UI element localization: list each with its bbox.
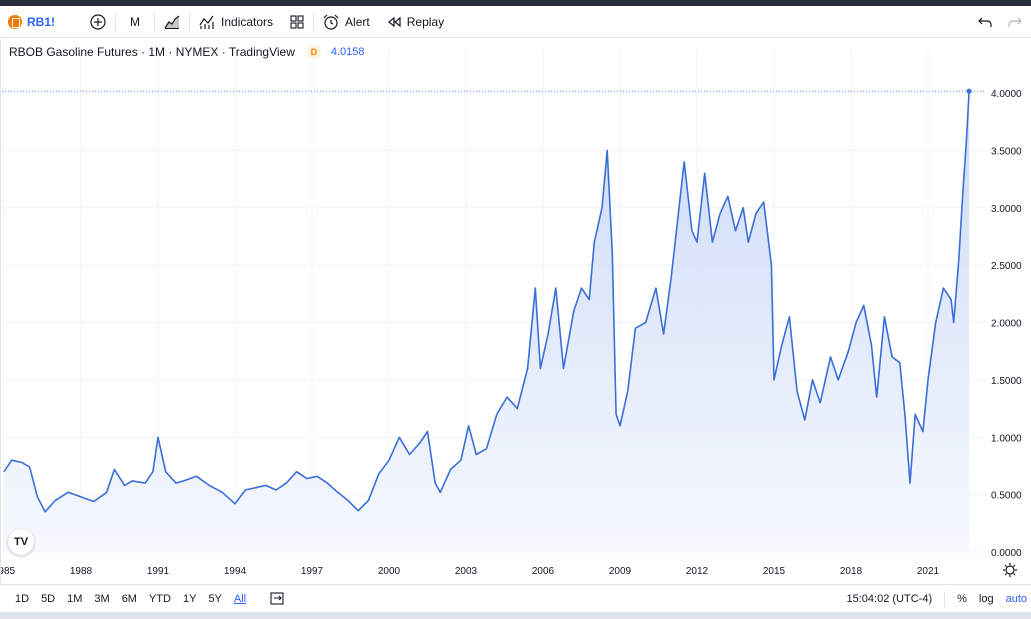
legend-last-value: 4.0158	[330, 46, 365, 58]
time-tick-label: 2000	[378, 566, 401, 577]
time-tick-label: 1988	[70, 566, 93, 577]
undo-redo-group	[977, 6, 1023, 38]
auto-scale-toggle[interactable]: auto	[1006, 593, 1027, 605]
clock-readout[interactable]: 15:04:02 (UTC-4)	[847, 593, 933, 605]
range-button-5d[interactable]: 5D	[35, 593, 61, 605]
go-to-date-icon	[270, 591, 284, 605]
symbol-label: RB1!	[27, 14, 56, 29]
price-area-fill	[4, 91, 970, 552]
price-tick-label: 1.0000	[991, 433, 1022, 444]
percent-scale-toggle[interactable]: %	[957, 593, 967, 605]
price-tick-label: 0.5000	[991, 491, 1022, 502]
range-button-all[interactable]: All	[228, 593, 252, 605]
price-tick-label: 4.0000	[991, 89, 1022, 100]
data-delay-badge[interactable]: D	[306, 45, 321, 59]
symbol-selector[interactable]: RB1!	[0, 6, 63, 38]
interval-label: M	[130, 14, 141, 29]
go-to-date-button[interactable]	[270, 591, 286, 606]
compare-button[interactable]	[63, 6, 115, 38]
price-tick-label: 2.0000	[991, 319, 1022, 330]
indicators-label: Indicators	[221, 14, 274, 29]
time-axis[interactable]: 1985 1988 1991 1994 1997 2000 2003 2006 2009 2012…	[1, 566, 940, 577]
date-range-group: 1D 5D 1M 3M 6M YTD 1Y 5Y All	[0, 591, 286, 606]
bottom-right-group: 15:04:02 (UTC-4) % log auto	[847, 585, 1027, 613]
chart-legend: RBOB Gasoline Futures · 1M · NYMEX · Tra…	[9, 45, 365, 59]
alert-button[interactable]: Alert	[314, 6, 378, 38]
symbol-icon	[8, 14, 22, 29]
time-tick-label: 1997	[301, 566, 324, 577]
price-tick-label: 0.0000	[991, 548, 1022, 559]
layouts-button[interactable]	[281, 6, 313, 38]
bottombar-divider	[944, 591, 946, 607]
plus-circle-icon	[90, 13, 106, 30]
alert-label: Alert	[345, 14, 370, 29]
price-tick-label: 1.5000	[991, 376, 1022, 387]
time-tick-label: 1985	[1, 566, 16, 577]
tradingview-logo[interactable]: TV	[8, 529, 34, 555]
range-button-3m[interactable]: 3M	[88, 593, 115, 605]
price-tick-label: 3.0000	[991, 204, 1022, 215]
time-tick-label: 2009	[609, 566, 632, 577]
replay-icon	[387, 16, 401, 27]
last-price-marker	[966, 88, 972, 94]
time-tick-label: 1994	[224, 566, 247, 577]
chart-pane[interactable]: 0.0000 0.5000 1.0000 1.5000 2.0000 2.5000 3.00…	[0, 39, 1031, 583]
log-scale-toggle[interactable]: log	[979, 593, 994, 605]
range-button-6m[interactable]: 6M	[116, 593, 143, 605]
range-button-1d[interactable]: 1D	[9, 593, 35, 605]
top-toolbar: RB1! M Indicators Alert Replay	[0, 6, 1031, 38]
time-tick-label: 2018	[840, 566, 863, 577]
axis-settings-icon[interactable]	[1003, 563, 1017, 577]
undo-icon[interactable]	[977, 14, 993, 30]
time-tick-label: 2003	[455, 566, 478, 577]
bottom-toolbar: 1D 5D 1M 3M 6M YTD 1Y 5Y All 15:04:02 (U…	[0, 584, 1031, 612]
indicators-button[interactable]: Indicators	[190, 6, 281, 38]
redo-icon[interactable]	[1007, 14, 1023, 30]
range-button-ytd[interactable]: YTD	[143, 593, 177, 605]
range-button-1y[interactable]: 1Y	[177, 593, 202, 605]
alarm-clock-icon	[323, 14, 339, 30]
price-chart[interactable]: 0.0000 0.5000 1.0000 1.5000 2.0000 2.5000 3.00…	[1, 39, 1031, 583]
time-tick-label: 2012	[686, 566, 709, 577]
range-button-1m[interactable]: 1M	[61, 593, 88, 605]
chart-type-button[interactable]	[155, 6, 189, 38]
price-tick-label: 3.5000	[991, 146, 1022, 157]
time-tick-label: 1991	[147, 566, 170, 577]
indicators-icon	[199, 15, 214, 29]
time-tick-label: 2006	[532, 566, 555, 577]
window-bottom-stripe	[0, 612, 1031, 619]
time-tick-label: 2015	[763, 566, 786, 577]
legend-title: RBOB Gasoline Futures · 1M · NYMEX · Tra…	[9, 45, 295, 59]
grid-icon	[290, 14, 304, 29]
price-axis[interactable]: 0.0000 0.5000 1.0000 1.5000 2.0000 2.5000 3.00…	[991, 89, 1022, 559]
range-button-5y[interactable]: 5Y	[202, 593, 227, 605]
replay-button[interactable]: Replay	[378, 6, 452, 38]
replay-label: Replay	[406, 14, 445, 29]
area-chart-icon	[164, 15, 180, 29]
interval-button[interactable]: M	[116, 6, 154, 38]
price-tick-label: 2.5000	[991, 261, 1022, 272]
time-tick-label: 2021	[917, 566, 940, 577]
